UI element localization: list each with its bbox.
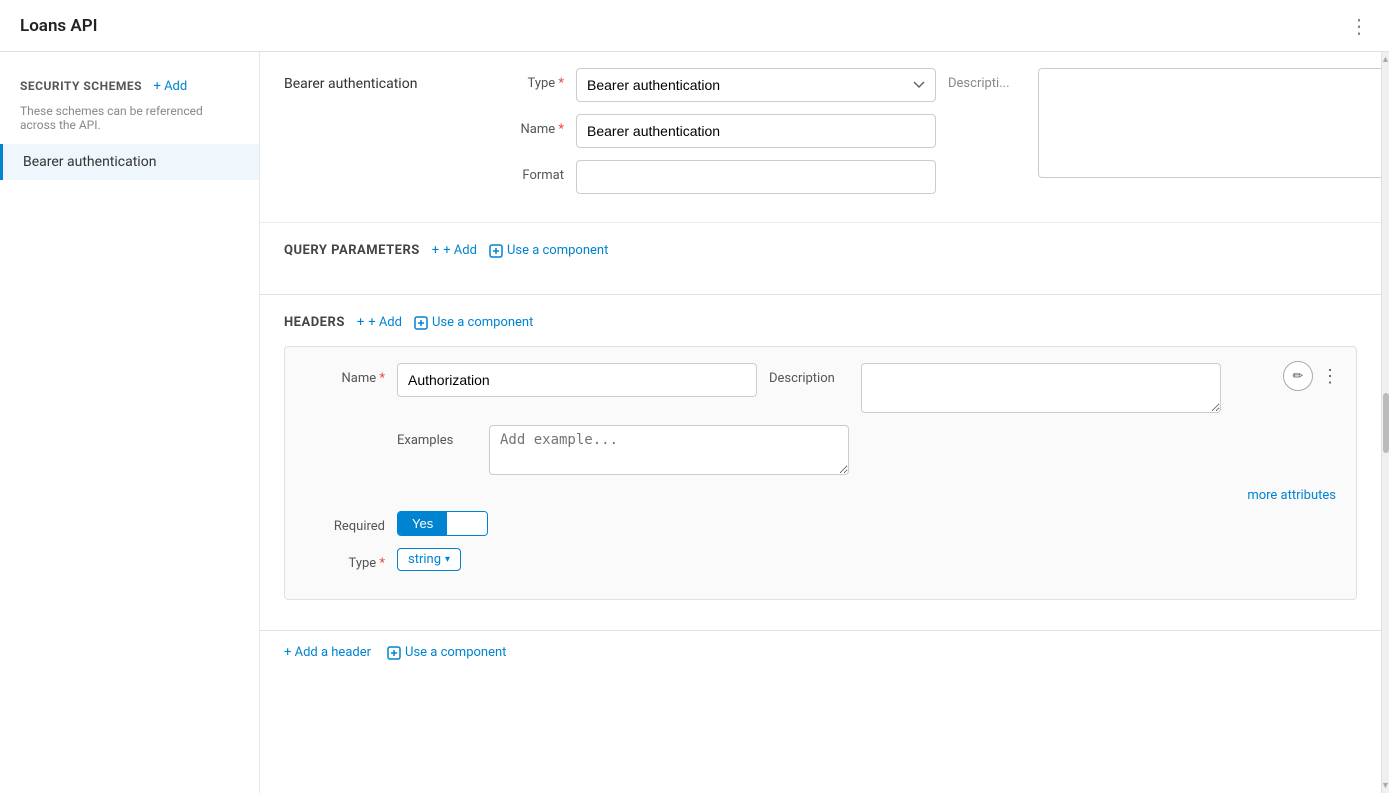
plus-icon: + — [432, 243, 439, 258]
scheme-left-label: Bearer authentication — [284, 68, 484, 92]
sidebar-item-bearer-auth[interactable]: Bearer authentication — [0, 144, 259, 180]
scrollbar[interactable]: ▲ ▼ — [1381, 52, 1389, 793]
header-item: ✏ ⋮ Name Description Examples — [284, 346, 1357, 600]
format-input[interactable] — [576, 160, 936, 194]
header-name-row: Name Description — [305, 363, 1336, 413]
type-select[interactable]: Bearer authentication API Key OAuth2 Ope… — [576, 68, 936, 102]
add-header-button[interactable]: + Add a header — [284, 645, 371, 660]
header-examples-label: Examples — [397, 425, 477, 448]
add-header-row: + Add a header Use a component — [260, 631, 1381, 674]
header-description-label: Description — [769, 363, 849, 386]
more-attributes-link[interactable]: more attributes — [1247, 488, 1336, 503]
header-type-badge[interactable]: string ▾ — [397, 548, 461, 571]
headers-title: HEADERS — [284, 315, 345, 330]
more-attributes-row: more attributes — [397, 487, 1336, 503]
header-name-label: Name — [305, 363, 385, 386]
main-content: SECURITY SCHEMES + Add These schemes can… — [0, 52, 1389, 793]
required-toggle: Yes — [397, 511, 488, 536]
headers-section: HEADERS + + Add Use a component ✏ — [260, 295, 1381, 631]
scheme-top-row: Bearer authentication Type Bearer authen… — [260, 52, 1381, 223]
component-icon — [489, 244, 503, 258]
security-schemes-description: These schemes can be referenced across t… — [0, 104, 259, 144]
sidebar-item-label: Bearer authentication — [23, 154, 156, 170]
header-more-menu[interactable]: ⋮ — [1321, 366, 1340, 387]
name-input[interactable] — [576, 114, 936, 148]
pencil-icon-2: ✏ — [1293, 368, 1304, 384]
headers-header: HEADERS + + Add Use a component — [284, 315, 1357, 330]
left-panel: SECURITY SCHEMES + Add These schemes can… — [0, 52, 260, 793]
headers-add-button[interactable]: + + Add — [357, 315, 402, 330]
description-textarea[interactable] — [1038, 68, 1381, 178]
header-type-row: Type string ▾ — [305, 548, 1336, 571]
edit-header-button[interactable]: ✏ — [1283, 361, 1313, 391]
header-name-input[interactable] — [397, 363, 757, 397]
app-title: Loans API — [20, 16, 98, 36]
header-item-actions: ✏ ⋮ — [1283, 361, 1340, 391]
required-no-button[interactable] — [447, 512, 487, 535]
scroll-down-arrow[interactable]: ▼ — [1381, 780, 1389, 791]
headers-use-component[interactable]: Use a component — [414, 315, 533, 330]
header-description-input[interactable] — [861, 363, 1221, 413]
header-required-label: Required — [305, 511, 385, 534]
header-examples-input[interactable] — [489, 425, 849, 475]
type-dropdown-arrow: ▾ — [445, 554, 450, 565]
header-examples-row: Examples — [397, 425, 1336, 475]
right-panel: Bearer authentication Type Bearer authen… — [260, 52, 1381, 793]
query-parameters-use-component[interactable]: Use a component — [489, 243, 608, 258]
type-row: Type Bearer authentication API Key OAuth… — [484, 68, 1038, 102]
format-label: Format — [484, 160, 564, 183]
scroll-up-arrow[interactable]: ▲ — [1381, 54, 1389, 65]
top-bar: Loans API ⋮ — [0, 0, 1389, 52]
security-schemes-title: SECURITY SCHEMES — [20, 79, 142, 93]
name-row: Name — [484, 114, 1038, 148]
query-parameters-section: QUERY PARAMETERS + + Add Use a component — [260, 223, 1381, 295]
description-label: Descripti... — [948, 68, 1038, 91]
top-bar-menu-icon[interactable]: ⋮ — [1349, 14, 1369, 38]
format-row: Format — [484, 160, 1038, 194]
query-parameters-header: QUERY PARAMETERS + + Add Use a component — [284, 243, 1357, 258]
name-label: Name — [484, 114, 564, 137]
use-component-button-2[interactable]: Use a component — [387, 645, 506, 660]
type-value: string — [408, 552, 441, 567]
query-parameters-add-button[interactable]: + + Add — [432, 243, 477, 258]
header-type-label: Type — [305, 548, 385, 571]
security-schemes-add-button[interactable]: + Add — [153, 79, 187, 94]
scrollbar-thumb[interactable] — [1383, 393, 1389, 453]
type-label: Type — [484, 68, 564, 91]
security-schemes-header: SECURITY SCHEMES + Add — [0, 62, 259, 100]
header-required-row: Required Yes — [305, 511, 1336, 536]
required-yes-button[interactable]: Yes — [398, 512, 447, 535]
component-icon-3 — [387, 646, 401, 660]
plus-icon-2: + — [357, 315, 364, 330]
top-bar-menu: ⋮ — [1349, 14, 1369, 38]
query-parameters-title: QUERY PARAMETERS — [284, 243, 420, 258]
description-area — [1038, 68, 1381, 178]
component-icon-2 — [414, 316, 428, 330]
scheme-form-area: Type Bearer authentication API Key OAuth… — [484, 68, 1038, 206]
